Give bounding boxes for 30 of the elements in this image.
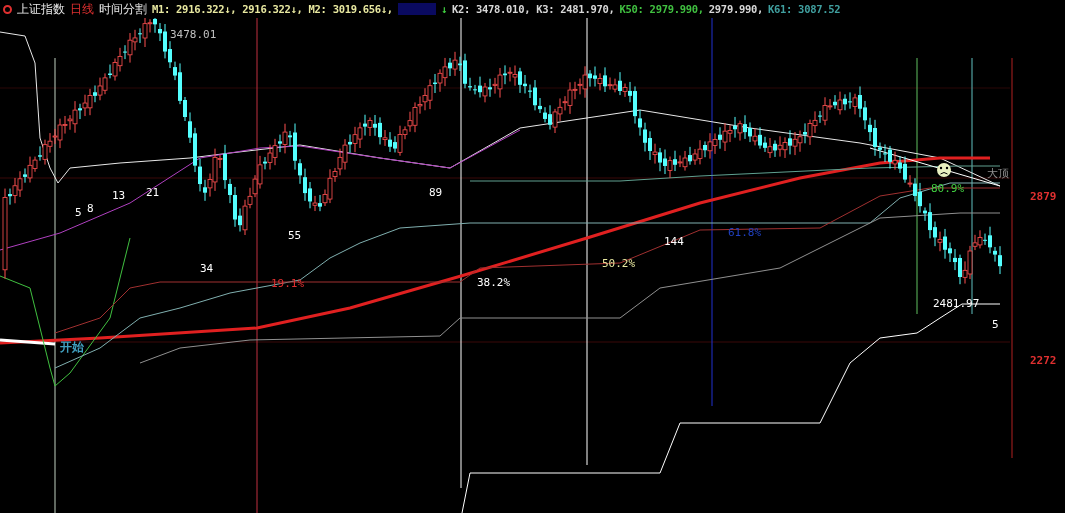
- chart-annotation: 80.9%: [931, 182, 965, 195]
- chart-annotation: 34: [200, 262, 214, 275]
- chart-annotation: 50.2%: [602, 257, 636, 270]
- index-title: 上证指数: [17, 0, 65, 18]
- price-axis-label: 2272: [1030, 354, 1057, 367]
- indicator-name: 时间分割: [99, 0, 147, 18]
- chart-annotation: 13: [112, 189, 126, 202]
- chart-annotation: 144: [664, 235, 684, 248]
- chart-annotation: 61.8%: [728, 226, 762, 239]
- indicator-value: M1: 2916.322↓, 2916.322↓, M2: 3019.656↓,: [152, 3, 393, 15]
- chart-annotation: 38.2%: [477, 276, 511, 289]
- chart-annotation: 5: [992, 318, 999, 331]
- indicator-value: ↓: [440, 3, 447, 15]
- chart-annotation: 2481.97: [933, 297, 980, 310]
- chart-annotation: 5: [75, 206, 82, 219]
- chart-annotation: 开始: [60, 340, 84, 354]
- indicator-value: K2: 3478.010, K3: 2481.970,: [451, 3, 615, 15]
- indicator-value: K61: 3087.52: [768, 3, 841, 15]
- chart-annotation: 8: [87, 202, 94, 215]
- indicator-value: 2979.990,: [708, 3, 763, 15]
- chart-annotation: 3478.01: [170, 28, 217, 41]
- indicator-value: K50: 2979.990,: [619, 3, 704, 15]
- price-axis-label: 2879: [1030, 190, 1057, 203]
- chart-annotation: 55: [288, 229, 302, 242]
- chart-annotation: 大顶: [987, 167, 1009, 180]
- status-icon: [3, 4, 12, 14]
- chart-annotation: 19.1%: [271, 277, 305, 290]
- chart-annotation: 21: [146, 186, 160, 199]
- period-label: 日线: [70, 0, 94, 18]
- chart-annotation: 89: [429, 186, 443, 199]
